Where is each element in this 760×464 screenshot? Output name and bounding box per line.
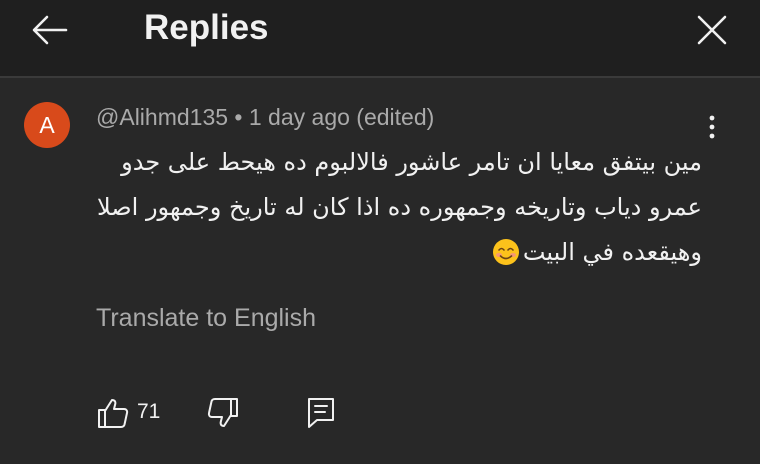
comment-line: عمرو دياب وتاريخه وجمهوره ده اذا كان له … bbox=[96, 193, 702, 221]
comment-last-line: وهيقعده في البيت bbox=[96, 230, 702, 275]
back-button[interactable] bbox=[30, 12, 70, 48]
close-icon bbox=[697, 15, 727, 45]
more-vertical-icon bbox=[709, 115, 715, 139]
arrow-left-icon bbox=[32, 15, 68, 45]
like-count: 71 bbox=[137, 400, 161, 423]
smiling-face-emoji bbox=[492, 239, 519, 265]
comment-meta: @Alihmd135 • 1 day ago (edited) bbox=[96, 104, 434, 131]
translate-button[interactable]: Translate to English bbox=[96, 304, 316, 333]
page-title: Replies bbox=[144, 8, 269, 47]
comment-item: A @Alihmd135 • 1 day ago (edited) مين بي… bbox=[0, 78, 760, 464]
more-options-button[interactable] bbox=[700, 114, 724, 142]
avatar-letter: A bbox=[39, 111, 55, 138]
reply-comment-icon bbox=[308, 398, 334, 428]
author-name[interactable]: @Alihmd135 bbox=[96, 104, 228, 130]
timestamp: 1 day ago bbox=[248, 104, 350, 130]
thumbs-up-icon bbox=[98, 399, 129, 428]
header-bar: Replies bbox=[0, 0, 760, 78]
reply-button[interactable] bbox=[306, 396, 336, 430]
comment-line: مين بيتفق معايا ان تامر عاشور فالالبوم د… bbox=[121, 148, 702, 176]
edited-label: (edited) bbox=[356, 104, 435, 130]
meta-separator: • bbox=[234, 104, 243, 130]
like-button[interactable] bbox=[96, 396, 130, 430]
close-button[interactable] bbox=[694, 12, 730, 48]
avatar[interactable]: A bbox=[24, 102, 70, 148]
comment-line: وهيقعده في البيت bbox=[522, 238, 702, 266]
dislike-button[interactable] bbox=[206, 396, 240, 430]
comment-text: مين بيتفق معايا ان تامر عاشور فالالبوم د… bbox=[96, 140, 702, 275]
thumbs-down-icon bbox=[207, 398, 238, 427]
